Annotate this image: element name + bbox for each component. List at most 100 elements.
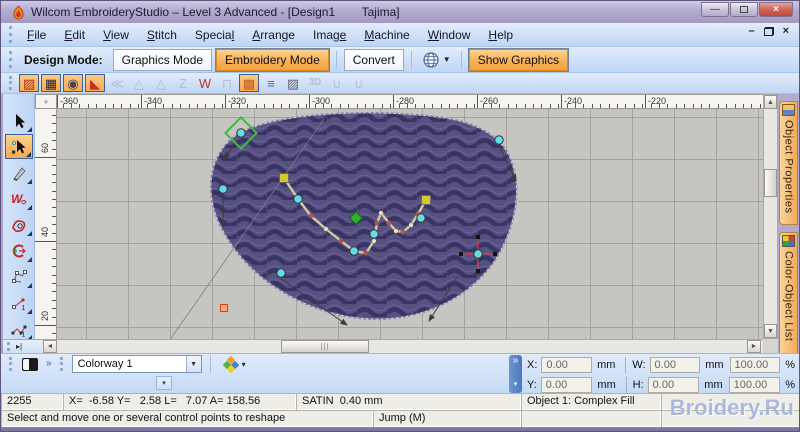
- menu-special[interactable]: Special: [186, 25, 243, 45]
- menu-help[interactable]: Help: [479, 25, 522, 45]
- mdi-restore-button[interactable]: [763, 27, 774, 36]
- trapunto-icon[interactable]: ∪: [327, 74, 347, 92]
- title-bar[interactable]: Wilcom EmbroideryStudio – Level 3 Advanc…: [1, 1, 799, 23]
- play-icon[interactable]: ▸|: [16, 342, 22, 351]
- polygon-select-tool[interactable]: [5, 264, 33, 289]
- toolbar-grip[interactable]: [9, 357, 14, 371]
- horizontal-scroll-thumb[interactable]: |||: [281, 340, 369, 353]
- hoop-globe-button[interactable]: ▼: [417, 48, 456, 72]
- ruler-tick: [104, 104, 106, 108]
- ruler-origin-icon[interactable]: +: [35, 94, 57, 109]
- toolbar-grip[interactable]: [9, 76, 14, 90]
- control-point[interactable]: [421, 195, 431, 205]
- menu-window[interactable]: Window: [419, 25, 480, 45]
- pattern-fill-icon[interactable]: ▩: [239, 74, 259, 92]
- reshape-tool[interactable]: [4, 134, 33, 159]
- control-point[interactable]: [220, 304, 228, 312]
- panel-divider[interactable]: » ▾: [509, 355, 522, 393]
- w-label: W:: [632, 359, 646, 371]
- tatami-icon[interactable]: ▦: [41, 74, 61, 92]
- reshape-outline-tool[interactable]: [5, 212, 33, 237]
- knife-tool[interactable]: [5, 160, 33, 185]
- vertical-scrollbar[interactable]: ▲ ▼: [763, 94, 778, 339]
- graphics-mode-button[interactable]: Graphics Mode: [112, 48, 213, 71]
- control-point[interactable]: [494, 135, 504, 145]
- colorway-select[interactable]: Colorway 1 ▼: [71, 355, 202, 373]
- scroll-up-button[interactable]: ▲: [764, 95, 777, 109]
- horizontal-scrollbar[interactable]: ▸| ◄ ||| ►: [3, 339, 763, 353]
- minimize-button[interactable]: —: [701, 2, 729, 17]
- wave-icon[interactable]: W: [195, 74, 215, 92]
- combo-dropdown-button[interactable]: ▼: [185, 356, 201, 372]
- toolbar-grip[interactable]: [9, 50, 14, 69]
- menu-file[interactable]: File: [18, 25, 55, 45]
- scroll-right-button[interactable]: ►: [747, 340, 761, 353]
- embroidery-object[interactable]: [57, 109, 763, 339]
- dropdown-icon[interactable]: ▾: [242, 360, 246, 369]
- ruler-label: 20: [39, 310, 50, 322]
- convert-button[interactable]: Convert: [343, 48, 404, 71]
- toolbar-grip[interactable]: [9, 26, 14, 43]
- toolbar-grip[interactable]: [59, 357, 65, 371]
- penetrations-tool[interactable]: 1: [5, 290, 33, 315]
- ruler-major-tick: [57, 95, 58, 108]
- x-field[interactable]: 0.00: [541, 357, 593, 373]
- control-point[interactable]: [349, 246, 359, 256]
- stitch-lines-icon[interactable]: ≡: [261, 74, 281, 92]
- satin-icon[interactable]: ▨: [19, 74, 39, 92]
- ruler-tick: [608, 104, 610, 108]
- control-point[interactable]: [293, 194, 303, 204]
- menu-arrange[interactable]: Arrange: [243, 25, 304, 45]
- maximize-button[interactable]: [730, 2, 758, 17]
- star-fill-icon[interactable]: △: [129, 74, 149, 92]
- stumpwork-icon[interactable]: ∪: [349, 74, 369, 92]
- fancy-fill-icon[interactable]: ◣: [85, 74, 105, 92]
- control-point[interactable]: [218, 184, 228, 194]
- motif-fill-icon[interactable]: ◉: [63, 74, 83, 92]
- hatch-icon[interactable]: ▨: [283, 74, 303, 92]
- control-point[interactable]: [276, 268, 286, 278]
- tab-color-object-list[interactable]: Color-Object List: [779, 232, 798, 356]
- w-field[interactable]: 0.00: [649, 357, 701, 373]
- ripple-fill-icon[interactable]: △: [151, 74, 171, 92]
- toolbar-options-button[interactable]: ▾: [156, 376, 172, 390]
- break-apart-tool[interactable]: [5, 238, 33, 263]
- stitch-edit-tool[interactable]: 1: [5, 316, 33, 341]
- menu-image[interactable]: Image: [304, 25, 355, 45]
- scroll-down-button[interactable]: ▼: [764, 324, 777, 338]
- mdi-close-button[interactable]: ×: [783, 26, 789, 37]
- overflow-chevron-icon[interactable]: »: [46, 359, 52, 369]
- scale-w-field[interactable]: 100.00: [729, 357, 781, 373]
- scale-h-field[interactable]: 100.00: [728, 377, 781, 393]
- control-point[interactable]: [279, 173, 289, 183]
- show-graphics-button[interactable]: Show Graphics: [468, 48, 569, 71]
- y-field[interactable]: 0.00: [540, 377, 593, 393]
- menu-machine[interactable]: Machine: [355, 25, 418, 45]
- h-field[interactable]: 0.00: [647, 377, 700, 393]
- control-point[interactable]: [236, 128, 246, 138]
- scroll-left-button[interactable]: ◄: [43, 340, 57, 353]
- select-tool[interactable]: [5, 108, 33, 133]
- control-point[interactable]: [416, 213, 426, 223]
- menu-stitch[interactable]: Stitch: [138, 25, 186, 45]
- thread-colors-icon[interactable]: [222, 355, 239, 373]
- design-canvas[interactable]: [57, 109, 763, 339]
- panel-options-button[interactable]: ▾: [510, 379, 521, 391]
- menu-view[interactable]: View: [94, 25, 138, 45]
- mdi-minimize-button[interactable]: –: [748, 26, 754, 37]
- contour-icon[interactable]: ≪: [107, 74, 127, 92]
- control-point[interactable]: [473, 249, 483, 259]
- menu-edit[interactable]: Edit: [55, 25, 94, 45]
- square-wave-icon[interactable]: ⊓: [217, 74, 237, 92]
- stitch-edit-tool-icon: 1: [11, 325, 26, 337]
- close-button[interactable]: ×: [759, 2, 793, 17]
- 3d-effect-icon[interactable]: 3D: [305, 74, 325, 92]
- toolbar-grip[interactable]: [7, 342, 12, 351]
- embroidery-mode-button[interactable]: Embroidery Mode: [216, 48, 329, 71]
- vertical-scroll-thumb[interactable]: [764, 169, 777, 197]
- freehand-draw-tool[interactable]: W: [5, 186, 33, 211]
- tab-object-properties[interactable]: Object Properties: [779, 101, 798, 225]
- zigzag-icon[interactable]: Z: [173, 74, 193, 92]
- design-window-icon[interactable]: [22, 357, 38, 371]
- control-point[interactable]: [369, 229, 379, 239]
